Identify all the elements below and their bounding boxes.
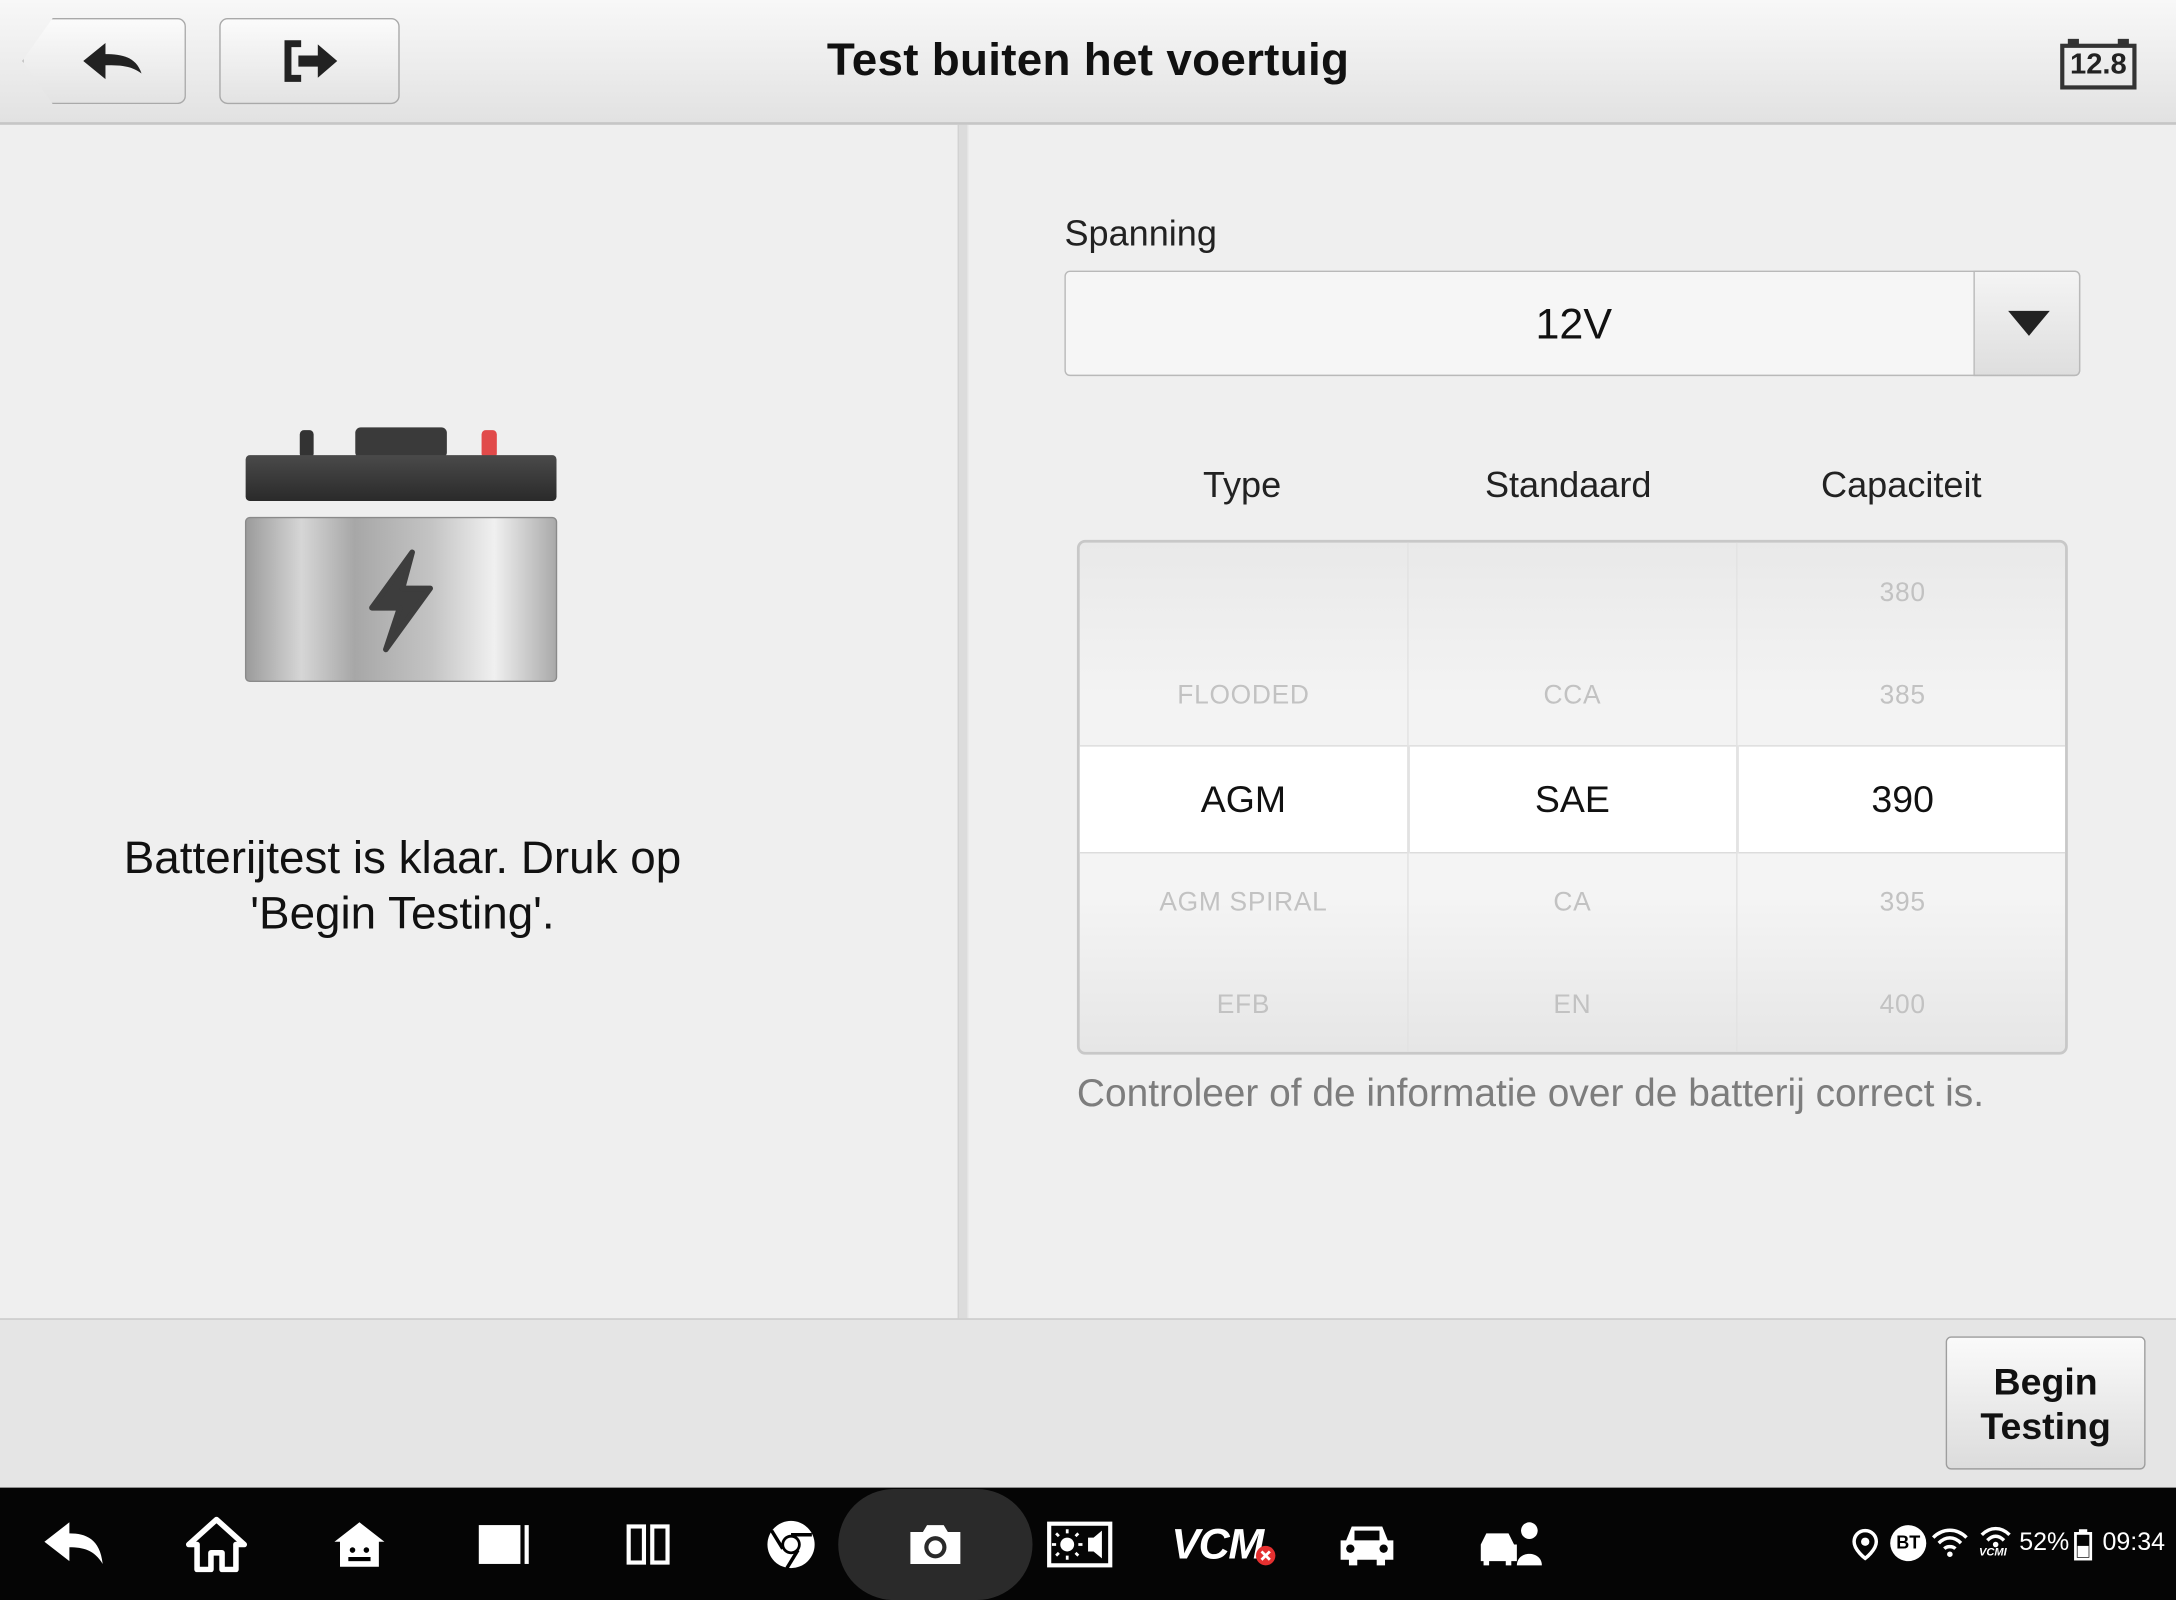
nav-brightness-volume-button[interactable] xyxy=(1037,1488,1123,1600)
standard-option[interactable]: CCA xyxy=(1409,681,1737,712)
back-arrow-icon xyxy=(83,43,142,80)
begin-testing-label: Begin Testing xyxy=(1980,1361,2111,1448)
back-button[interactable] xyxy=(22,18,186,105)
camera-icon xyxy=(910,1524,961,1564)
vcm-label: VCM xyxy=(1171,1518,1264,1568)
nav-android-home-button[interactable] xyxy=(316,1488,402,1600)
clock: 09:34 xyxy=(2102,1527,2166,1556)
standard-wheel[interactable]: CCA SAE CA EN xyxy=(1409,542,1738,1052)
nav-vehicle-button[interactable] xyxy=(1324,1488,1410,1600)
battery-illustration xyxy=(244,425,558,686)
type-option[interactable]: AGM SPIRAL xyxy=(1080,888,1408,919)
vcmi-wifi-indicator: VCMI xyxy=(1976,1524,2015,1563)
voltage-dropdown-value: 12V xyxy=(1535,299,1613,349)
nav-browser-button[interactable] xyxy=(748,1488,834,1600)
voltage-label: Spanning xyxy=(1064,212,1217,254)
capacity-option[interactable]: 395 xyxy=(1738,888,2066,919)
nav-back-button[interactable] xyxy=(31,1488,117,1600)
verification-hint: Controleer of de informatie over de batt… xyxy=(1076,1071,1985,1115)
back-icon xyxy=(44,1521,103,1564)
app-screen: Test buiten het voertuig 12.8 Batterijte… xyxy=(0,0,2176,1600)
standard-option-selected[interactable]: SAE xyxy=(1409,778,1737,821)
column-header-type: Type xyxy=(1202,463,1282,506)
wifi-icon xyxy=(1931,1528,1968,1557)
exit-button[interactable] xyxy=(219,18,400,105)
nav-recents-button[interactable] xyxy=(461,1488,547,1600)
battery-voltage-indicator: 12.8 xyxy=(2059,36,2137,92)
dropdown-toggle[interactable] xyxy=(1973,270,2081,377)
type-option[interactable]: EFB xyxy=(1080,991,1408,1022)
bluetooth-label: BT xyxy=(1896,1532,1921,1553)
nav-home-button[interactable] xyxy=(173,1488,259,1600)
type-option[interactable]: FLOODED xyxy=(1080,681,1408,712)
type-wheel[interactable]: FLOODED AGM AGM SPIRAL EFB xyxy=(1080,542,1409,1052)
voltage-value: 12.8 xyxy=(2069,48,2127,81)
battery-icon xyxy=(244,427,558,683)
footer-bar xyxy=(0,1318,2176,1488)
capacity-option[interactable]: 380 xyxy=(1738,579,2066,610)
android-home-icon xyxy=(334,1521,385,1567)
standard-option[interactable]: CA xyxy=(1409,888,1737,919)
vcm-error-icon xyxy=(1255,1545,1276,1565)
home-icon xyxy=(185,1516,248,1572)
nav-screenshot-button[interactable] xyxy=(892,1488,978,1600)
split-screen-icon xyxy=(626,1523,670,1564)
battery-picker: FLOODED AGM AGM SPIRAL EFB CCA SAE CA EN… xyxy=(1076,539,2068,1055)
exit-icon xyxy=(284,40,338,82)
nav-split-screen-button[interactable] xyxy=(605,1488,691,1600)
panel-divider xyxy=(957,124,969,1319)
status-message: Batterijtest is klaar. Druk op 'Begin Te… xyxy=(123,831,682,939)
recents-icon xyxy=(478,1524,529,1564)
brightness-volume-icon xyxy=(1047,1520,1113,1567)
device-battery-icon xyxy=(2074,1529,2093,1561)
battery-percent: 52% xyxy=(2019,1527,2070,1556)
capacity-option[interactable]: 400 xyxy=(1738,991,2066,1022)
nav-remote-expert-button[interactable] xyxy=(1468,1488,1554,1600)
begin-testing-button[interactable]: Begin Testing xyxy=(1945,1336,2146,1470)
standard-option[interactable]: EN xyxy=(1409,991,1737,1022)
voltage-dropdown[interactable]: 12V xyxy=(1064,270,2081,377)
type-option-selected[interactable]: AGM xyxy=(1080,778,1408,821)
capacity-option-selected[interactable]: 390 xyxy=(1738,778,2066,821)
capacity-option[interactable]: 385 xyxy=(1738,681,2066,712)
nav-vcm-button[interactable]: VCM xyxy=(1169,1488,1280,1600)
left-panel xyxy=(0,124,958,1319)
page-title: Test buiten het voertuig xyxy=(826,33,1350,85)
bluetooth-badge: BT xyxy=(1890,1525,1927,1562)
triangle-down-icon xyxy=(2008,310,2050,336)
chrome-icon xyxy=(767,1520,815,1569)
car-service-icon xyxy=(1480,1521,1542,1565)
column-header-standard: Standaard xyxy=(1484,463,1652,506)
capacity-wheel[interactable]: 380 385 390 395 400 xyxy=(1738,543,2066,1052)
vcmi-label: VCMI xyxy=(1979,1545,2007,1559)
location-icon xyxy=(1852,1528,1879,1561)
column-header-capacity: Capaciteit xyxy=(1821,463,1982,506)
car-icon xyxy=(1340,1525,1394,1565)
